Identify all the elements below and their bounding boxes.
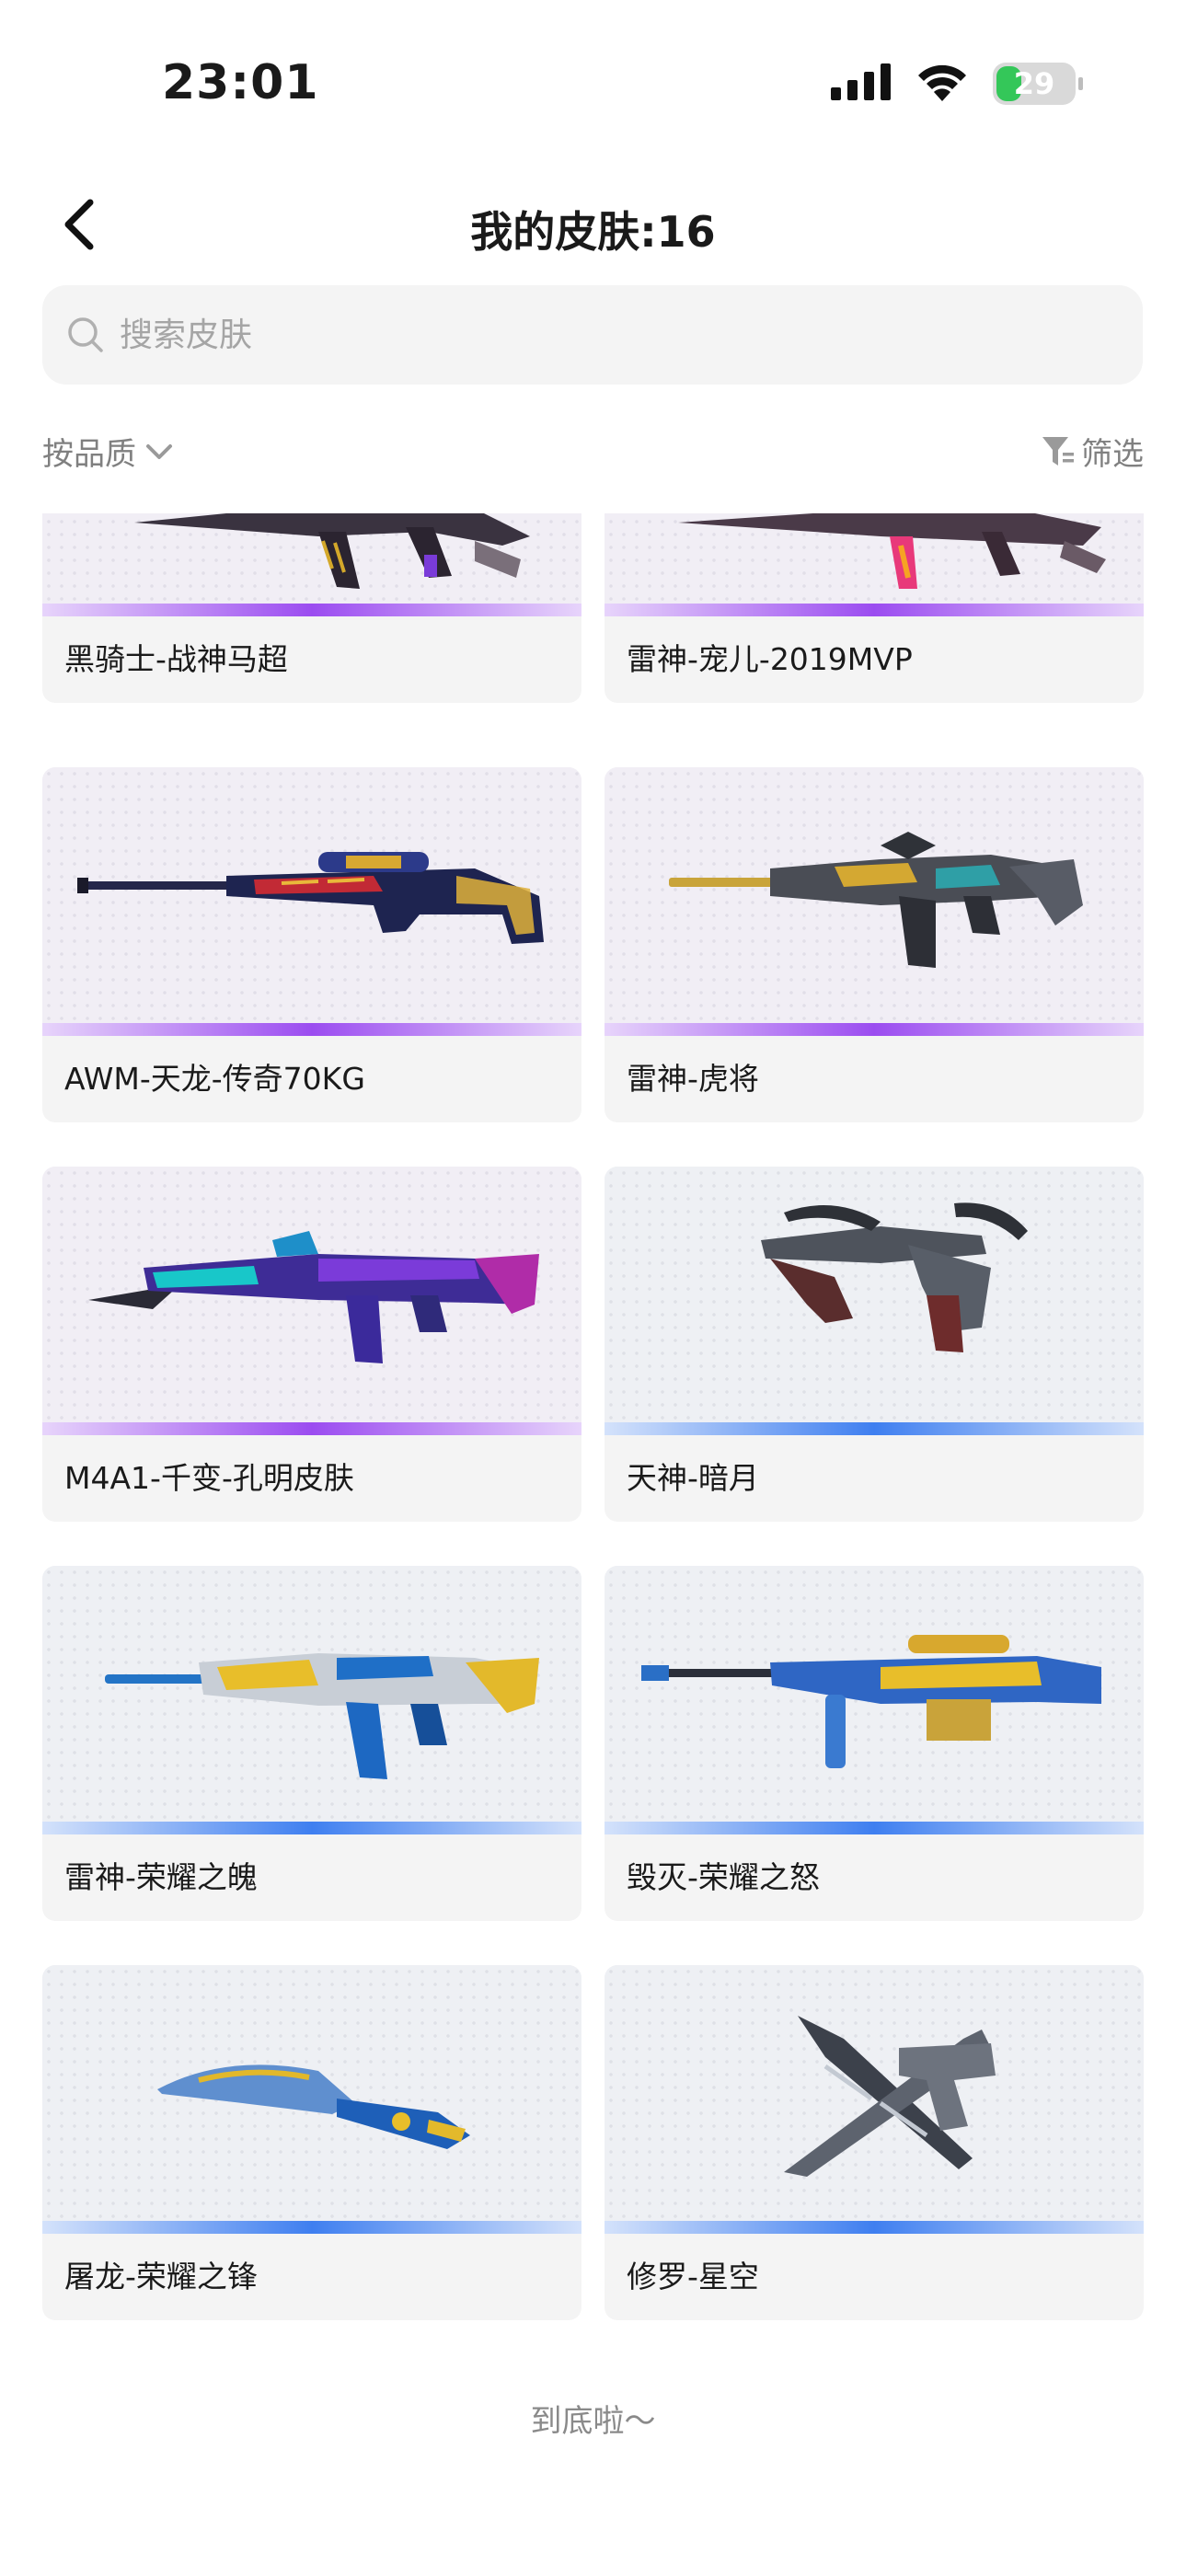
filter-icon xyxy=(1041,434,1076,469)
skin-name: 天神-暗月 xyxy=(627,1460,759,1496)
skin-name: 修罗-星空 xyxy=(627,2259,759,2294)
skin-card[interactable]: 屠龙-荣耀之锋 xyxy=(42,1965,581,2320)
battery-level: 29 xyxy=(1013,66,1055,101)
skin-name: M4A1-千变-孔明皮肤 xyxy=(64,1460,354,1496)
filter-button[interactable]: 筛选 xyxy=(1041,429,1144,474)
search-box[interactable] xyxy=(42,285,1143,385)
status-bar: 23:01 29 xyxy=(0,0,1186,175)
sort-label: 按品质 xyxy=(42,436,136,473)
skin-image xyxy=(42,1167,581,1422)
skin-card[interactable]: M4A1-千变-孔明皮肤 xyxy=(42,1167,581,1522)
sort-by-quality-dropdown[interactable]: 按品质 xyxy=(42,429,175,474)
quality-bar xyxy=(605,1023,1144,1036)
skin-image xyxy=(605,513,1144,604)
skin-image xyxy=(42,1566,581,1822)
status-time: 23:01 xyxy=(162,55,319,110)
quality-bar xyxy=(605,1822,1144,1834)
skin-image xyxy=(605,1566,1144,1822)
skin-name: 毁灭-荣耀之怒 xyxy=(627,1859,820,1895)
chevron-down-icon xyxy=(144,436,175,467)
skin-name: 雷神-虎将 xyxy=(627,1061,759,1097)
skin-name: AWM-天龙-传奇70KG xyxy=(64,1061,365,1097)
skin-card[interactable]: AWM-天龙-传奇70KG xyxy=(42,767,581,1122)
skin-card[interactable]: 雷神-虎将 xyxy=(605,767,1144,1122)
skin-name: 雷神-宠儿-2019MVP xyxy=(627,641,913,677)
skin-image xyxy=(605,1965,1144,2221)
quality-bar xyxy=(42,1023,581,1036)
search-input[interactable] xyxy=(118,315,950,355)
skin-image xyxy=(42,767,581,1023)
quality-bar xyxy=(605,604,1144,616)
skin-card[interactable]: 雷神-荣耀之魄 xyxy=(42,1566,581,1921)
skin-name: 屠龙-荣耀之锋 xyxy=(64,2259,258,2294)
cellular-signal-icon xyxy=(831,63,892,104)
skin-image xyxy=(605,1167,1144,1422)
skin-card[interactable]: 天神-暗月 xyxy=(605,1167,1144,1522)
skin-image xyxy=(605,767,1144,1023)
page-title: 我的皮肤:16 xyxy=(470,207,716,257)
skin-card[interactable]: 修罗-星空 xyxy=(605,1965,1144,2320)
skin-card[interactable]: 雷神-宠儿-2019MVP xyxy=(605,513,1144,703)
skin-grid: 黑骑士-战神马超 雷神-宠儿-2019MVP AWM-天龙-传奇70KG 雷神-… xyxy=(0,513,1186,2576)
quality-bar xyxy=(42,2221,581,2234)
skin-image xyxy=(42,1965,581,2221)
skin-card[interactable]: 毁灭-荣耀之怒 xyxy=(605,1566,1144,1921)
quality-bar xyxy=(42,1422,581,1435)
quality-bar xyxy=(605,1422,1144,1435)
quality-bar xyxy=(42,1822,581,1834)
battery-icon: 29 xyxy=(993,63,1083,105)
quality-bar xyxy=(42,604,581,616)
nav-bar: 我的皮肤:16 xyxy=(0,175,1186,276)
filter-label: 筛选 xyxy=(1081,436,1144,473)
search-icon xyxy=(64,314,107,356)
status-icons: 29 xyxy=(831,63,1083,105)
skin-card[interactable]: 黑骑士-战神马超 xyxy=(42,513,581,703)
wifi-icon xyxy=(915,63,969,105)
skin-image xyxy=(42,513,581,604)
end-of-list-text: 到底啦～ xyxy=(530,2403,656,2440)
skin-name: 雷神-荣耀之魄 xyxy=(64,1859,258,1895)
quality-bar xyxy=(605,2221,1144,2234)
skin-name: 黑骑士-战神马超 xyxy=(64,641,288,677)
